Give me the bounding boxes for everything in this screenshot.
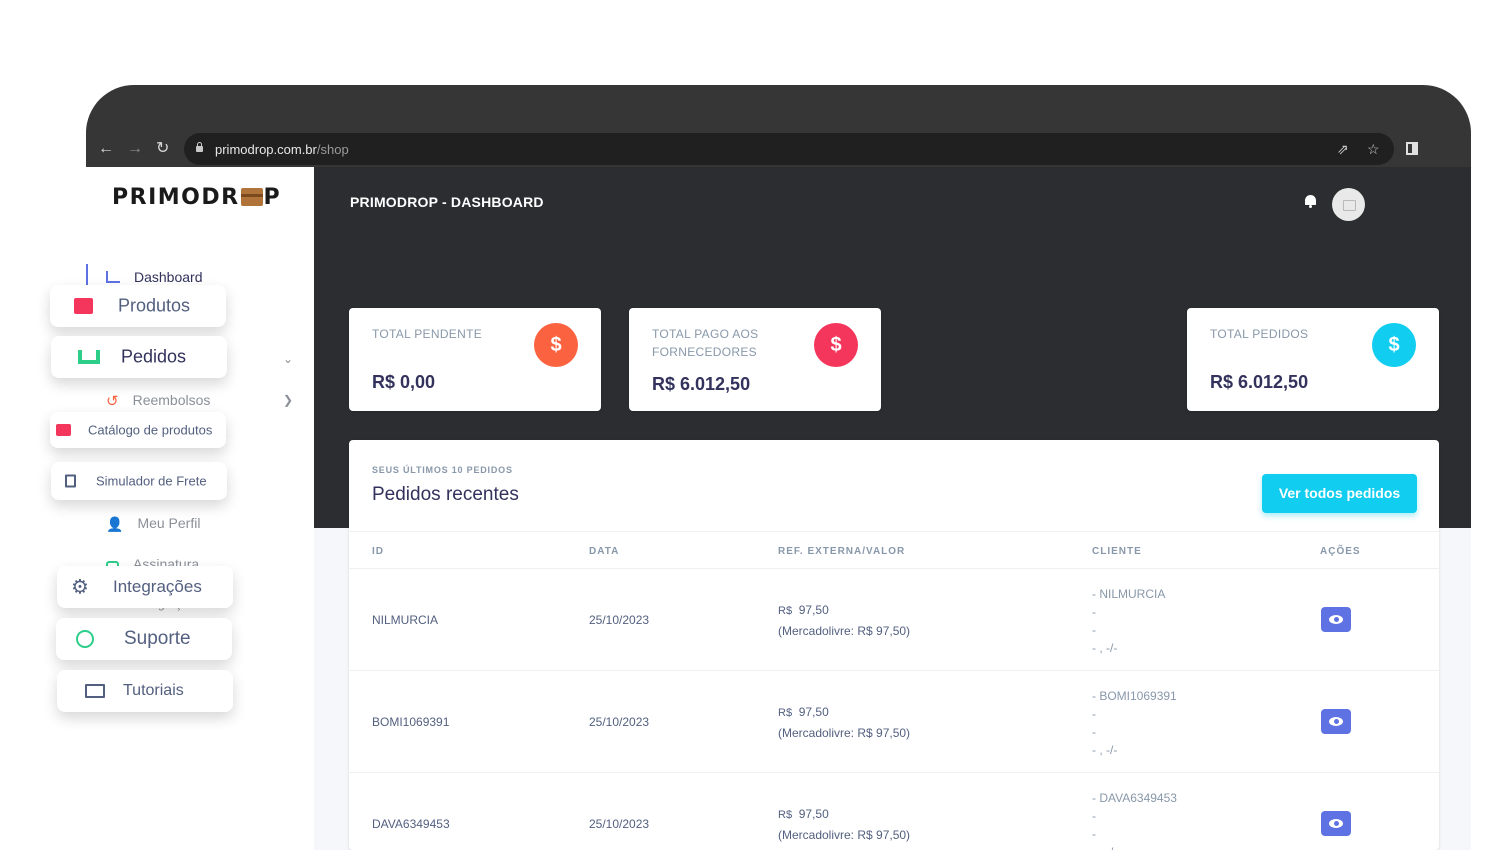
stat-label: TOTAL PENDENTE (372, 327, 482, 341)
order-ref: R$ 97,50 (Mercadolivre: R$ 97,50) (778, 603, 911, 638)
floating-card-catalogo[interactable]: Catálogo de produtos (50, 412, 226, 448)
stat-label: TOTAL PAGO AOS FORNECEDORES (652, 327, 759, 359)
box-icon (240, 188, 263, 206)
floating-card-simulador[interactable]: Simulador de Frete (51, 462, 227, 500)
store-icon (56, 424, 71, 436)
sidebar-item-meu-perfil[interactable]: 👤 Meu Perfil (106, 515, 200, 533)
url-text[interactable]: primodrop.com.br/shop (215, 142, 349, 157)
undo-icon: ↺ (106, 393, 119, 410)
floating-card-pedidos[interactable]: Pedidos (51, 336, 227, 378)
table-row: BOMI1069391 25/10/2023 R$ 97,50 (Mercado… (349, 671, 1439, 773)
dollar-icon: $ (534, 323, 578, 367)
column-header-acoes: AÇÕES (1320, 546, 1361, 557)
lock-icon (196, 142, 203, 152)
calculator-icon (65, 474, 76, 488)
sidebar-item-dashboard[interactable]: Dashboard (106, 269, 203, 285)
order-id: BOMI1069391 (372, 715, 450, 729)
order-date: 25/10/2023 (589, 817, 650, 831)
stat-label: TOTAL PEDIDOS (1210, 327, 1309, 341)
whatsapp-icon (76, 630, 94, 648)
back-arrow-icon[interactable]: ← (98, 140, 114, 158)
order-client: - NILMURCIA - - - , -/- (1092, 587, 1166, 655)
teacher-board-icon (85, 684, 105, 698)
address-bar[interactable]: primodrop.com.br/shop ⇗ ☆ (184, 133, 1394, 165)
order-ref: R$ 97,50 (Mercadolivre: R$ 97,50) (778, 705, 911, 740)
table-header: ID DATA REF. EXTERNA/VALOR CLIENTE AÇÕES (349, 531, 1439, 569)
floating-card-integracoes[interactable]: ⚙ Integrações (57, 566, 233, 608)
column-header-ref: REF. EXTERNA/VALOR (778, 546, 906, 557)
chevron-down-icon[interactable]: ⌄ (283, 352, 293, 366)
column-header-id: ID (372, 546, 384, 557)
column-header-cliente: CLIENTE (1092, 546, 1142, 557)
view-order-button[interactable] (1321, 607, 1351, 632)
avatar[interactable] (1332, 188, 1365, 221)
page-viewport: PRIMODR P Dashboard ↺ Reembolsos ❯ ⌄ 👤 Meu … (86, 167, 1471, 850)
user-gear-icon: 👤 (106, 516, 124, 532)
column-header-data: DATA (589, 546, 620, 557)
stat-card-total-pedidos: TOTAL PEDIDOS R$ 6.012,50 $ (1187, 308, 1439, 411)
recent-orders-panel: SEUS ÚLTIMOS 10 PEDIDOS Pedidos recentes… (349, 440, 1439, 850)
floating-card-tutoriais[interactable]: Tutoriais (57, 670, 233, 712)
table-row: NILMURCIA 25/10/2023 R$ 97,50 (Mercadoli… (349, 569, 1439, 671)
page-title: PRIMODROP - DASHBOARD (350, 194, 544, 210)
view-order-button[interactable] (1321, 811, 1351, 836)
view-order-button[interactable] (1321, 709, 1351, 734)
sidebar: PRIMODR P Dashboard ↺ Reembolsos ❯ ⌄ 👤 Meu … (86, 167, 314, 850)
box-icon (74, 298, 93, 314)
bell-icon[interactable] (1304, 195, 1317, 208)
pallet-icon (78, 350, 100, 364)
order-date: 25/10/2023 (589, 613, 650, 627)
dollar-icon: $ (1372, 323, 1416, 367)
browser-toolbar: ← → ↻ primodrop.com.br/shop ⇗ ☆ ⋮ (86, 131, 1471, 167)
side-panel-icon[interactable] (1406, 142, 1418, 155)
orders-subtitle: SEUS ÚLTIMOS 10 PEDIDOS (372, 465, 513, 475)
share-icon[interactable]: ⇗ (1337, 141, 1349, 157)
order-id: DAVA6349453 (372, 817, 450, 831)
chevron-right-icon[interactable]: ❯ (283, 393, 293, 407)
forward-arrow-icon[interactable]: → (127, 140, 143, 158)
kebab-menu-icon[interactable]: ⋮ (1466, 139, 1471, 156)
sidebar-item-reembolsos[interactable]: ↺ Reembolsos (106, 392, 210, 410)
floating-card-suporte[interactable]: Suporte (56, 618, 232, 660)
stat-card-pendente: TOTAL PENDENTE R$ 0,00 $ (349, 308, 601, 411)
chart-icon (106, 271, 120, 283)
order-client: - BOMI1069391 - - - , -/- (1092, 689, 1177, 757)
floating-card-produtos[interactable]: Produtos (50, 285, 226, 327)
stat-value: R$ 6.012,50 (1210, 372, 1309, 392)
stat-value: R$ 0,00 (372, 372, 436, 392)
orders-title: Pedidos recentes (372, 484, 519, 505)
order-client: - DAVA6349453 - - - , -/- (1092, 791, 1177, 850)
table-row: DAVA6349453 25/10/2023 R$ 97,50 (Mercado… (349, 773, 1439, 850)
dollar-icon: $ (814, 323, 858, 367)
logo[interactable]: PRIMODR P (112, 185, 281, 210)
gears-icon: ⚙ (71, 576, 89, 599)
order-ref: R$ 97,50 (Mercadolivre: R$ 97,50) (778, 807, 911, 842)
order-date: 25/10/2023 (589, 715, 650, 729)
reload-icon[interactable]: ↻ (156, 140, 169, 158)
star-icon[interactable]: ☆ (1367, 141, 1380, 157)
order-id: NILMURCIA (372, 613, 439, 627)
browser-window: ← → ↻ primodrop.com.br/shop ⇗ ☆ ⋮ PRIMOD… (86, 85, 1471, 850)
stat-value: R$ 6.012,50 (652, 374, 751, 394)
view-all-orders-button[interactable]: Ver todos pedidos (1262, 474, 1417, 513)
stat-card-pago-fornecedores: TOTAL PAGO AOS FORNECEDORES R$ 6.012,50 … (629, 308, 881, 411)
